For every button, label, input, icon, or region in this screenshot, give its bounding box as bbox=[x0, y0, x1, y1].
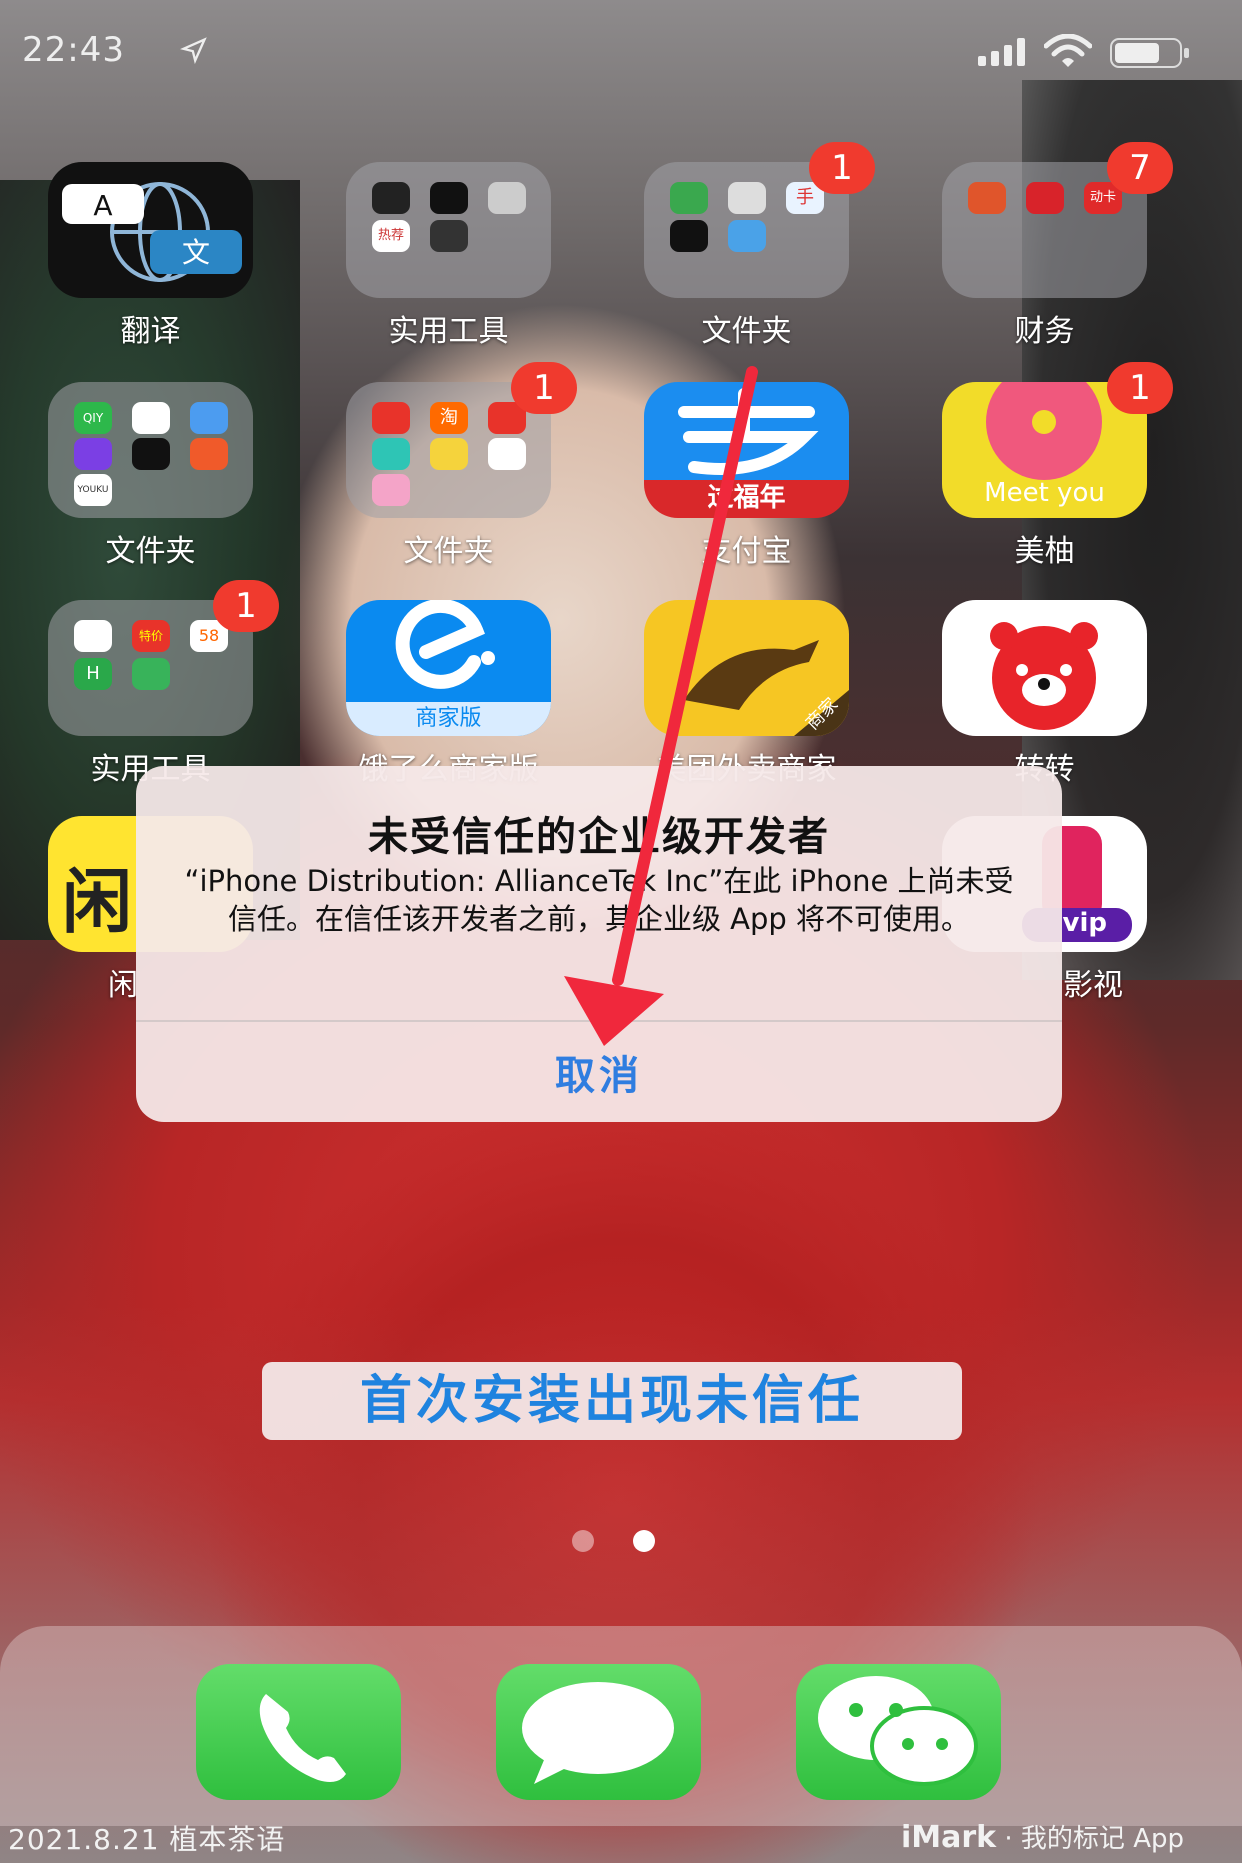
eleme-app-icon: 商家版 bbox=[346, 600, 551, 736]
video-vip-text: vip bbox=[1062, 908, 1107, 938]
mini-contacts-icon bbox=[488, 182, 526, 214]
app-alipay[interactable]: 过福年 支付宝 bbox=[644, 382, 849, 570]
mini-voice-memo-icon bbox=[670, 220, 708, 252]
app-zhuanzhuan[interactable]: 转转 bbox=[942, 600, 1147, 788]
message-bubble-icon bbox=[522, 1682, 674, 1784]
mini-findmy-icon bbox=[670, 182, 708, 214]
mini-compass-icon bbox=[372, 182, 410, 214]
page-dot-active[interactable] bbox=[633, 1530, 656, 1552]
alert-message: “iPhone Distribution: AllianceTek Inc”在此… bbox=[184, 864, 1014, 936]
mini-tencent-video-icon bbox=[190, 402, 228, 434]
alert-title: 未受信任的企业级开发者 bbox=[368, 814, 830, 860]
meiyou-logo-text: Meet you bbox=[984, 478, 1105, 508]
mini-fox-icon bbox=[190, 438, 228, 470]
eleme-banner-text: 商家版 bbox=[346, 702, 551, 736]
folder-finance[interactable]: 7 动卡 财务 bbox=[942, 142, 1173, 350]
meituan-app-icon: 商家 bbox=[644, 600, 849, 736]
location-arrow-icon bbox=[180, 37, 207, 64]
app-eleme-merchant[interactable]: 商家版 饿了么商家版 bbox=[346, 600, 551, 788]
svg-text:A: A bbox=[93, 189, 112, 222]
folder-icon: 热荐 bbox=[346, 162, 551, 298]
mini-h-icon: H bbox=[74, 658, 112, 690]
status-bar: 22:43 bbox=[0, 30, 1242, 80]
mini-play-icon bbox=[74, 438, 112, 470]
mini-calculator-icon bbox=[430, 220, 468, 252]
mini-send-icon bbox=[728, 220, 766, 252]
notification-badge: 1 bbox=[1107, 362, 1173, 414]
page-indicator[interactable] bbox=[555, 1530, 672, 1556]
watermark-brand: iMark · 我的标记 App bbox=[901, 1818, 1184, 1855]
mini-taobao-icon: 淘 bbox=[430, 402, 468, 434]
xianyu-logo-text: 闲 bbox=[62, 861, 132, 943]
status-time: 22:43 bbox=[22, 30, 125, 70]
wifi-icon bbox=[1044, 34, 1092, 67]
alipay-logo-icon bbox=[678, 388, 819, 475]
alipay-app-icon: 过福年 bbox=[644, 382, 849, 518]
messages-app[interactable] bbox=[496, 1664, 701, 1800]
mini-iqiyi-icon: QIY bbox=[74, 402, 112, 434]
mini-photos-icon bbox=[488, 438, 526, 470]
svg-text:文: 文 bbox=[182, 236, 210, 269]
mini-calendar-icon: 热荐 bbox=[372, 220, 410, 252]
folder-1[interactable]: 1 手 文件夹 bbox=[644, 142, 875, 350]
app-label: 实用工具 bbox=[388, 314, 509, 349]
mini-tiktok-icon bbox=[132, 438, 170, 470]
mini-qq-icon bbox=[132, 402, 170, 434]
mini-tmall-icon bbox=[372, 438, 410, 470]
mini-youku-icon: YOUKU bbox=[74, 474, 112, 506]
folder-shopping[interactable]: 1 淘 文件夹 bbox=[346, 362, 577, 570]
mini-flower-icon bbox=[1026, 182, 1064, 214]
mini-special-price-icon: 特价 bbox=[132, 620, 170, 652]
watermark-date: 2021.8.21 植本茶语 bbox=[8, 1823, 286, 1856]
app-meituan-merchant[interactable]: 商家 美团外卖商家 bbox=[644, 600, 849, 788]
cell-signal-icon bbox=[978, 38, 1025, 66]
bear-icon bbox=[990, 622, 1098, 730]
app-translate[interactable]: A 文 翻译 bbox=[48, 162, 253, 350]
mini-glasses-icon bbox=[74, 620, 112, 652]
translate-app-icon: A 文 bbox=[48, 162, 253, 298]
mini-measure-icon bbox=[430, 182, 468, 214]
mini-music-icon bbox=[430, 438, 468, 470]
mini-jd-icon bbox=[372, 402, 410, 434]
watermark-brand-name: iMark bbox=[901, 1820, 997, 1855]
app-label: 文件夹 bbox=[105, 534, 196, 569]
folder-video[interactable]: QIY YOUKU 文件夹 bbox=[48, 382, 253, 570]
app-label: 文件夹 bbox=[403, 534, 494, 569]
page-dot[interactable] bbox=[572, 1530, 594, 1552]
app-meiyou[interactable]: 1 Meet you 美柚 bbox=[942, 362, 1173, 570]
notification-badge: 1 bbox=[511, 362, 577, 414]
alipay-banner-text: 过福年 bbox=[707, 483, 786, 513]
notification-badge: 7 bbox=[1107, 142, 1173, 194]
mini-cup-icon bbox=[132, 658, 170, 690]
phone-icon bbox=[259, 1694, 346, 1782]
wechat-app[interactable] bbox=[796, 1664, 1001, 1800]
app-label: 翻译 bbox=[120, 314, 181, 349]
untrusted-developer-alert: 未受信任的企业级开发者 “iPhone Distribution: Allian… bbox=[136, 766, 1062, 1122]
folder-utilities[interactable]: 热荐 实用工具 bbox=[346, 162, 551, 350]
cancel-button[interactable]: 取消 bbox=[136, 1022, 1062, 1122]
app-label: 文件夹 bbox=[701, 314, 792, 349]
mini-camera-icon bbox=[728, 182, 766, 214]
folder-icon: QIY YOUKU bbox=[48, 382, 253, 518]
mini-bank-icon bbox=[968, 182, 1006, 214]
watermark-brand-tagline: · 我的标记 App bbox=[1004, 1824, 1184, 1854]
globe-speech-icon: A 文 bbox=[62, 182, 242, 282]
wechat-icon bbox=[818, 1676, 978, 1786]
app-label: 支付宝 bbox=[701, 534, 792, 569]
eleme-logo-icon bbox=[395, 600, 495, 689]
mini-camera-pink-icon bbox=[372, 474, 410, 506]
app-label: 财务 bbox=[1014, 314, 1075, 349]
notification-badge: 1 bbox=[809, 142, 875, 194]
battery-icon bbox=[1110, 38, 1189, 68]
zhuanzhuan-app-icon bbox=[942, 600, 1147, 736]
notification-badge: 1 bbox=[213, 580, 279, 632]
phone-app[interactable] bbox=[196, 1664, 401, 1800]
app-label: 美柚 bbox=[1014, 534, 1075, 569]
annotation-caption: 首次安装出现未信任 bbox=[262, 1362, 962, 1440]
folder-utilities-2[interactable]: 1 特价 58 H 实用工具 bbox=[48, 580, 279, 788]
